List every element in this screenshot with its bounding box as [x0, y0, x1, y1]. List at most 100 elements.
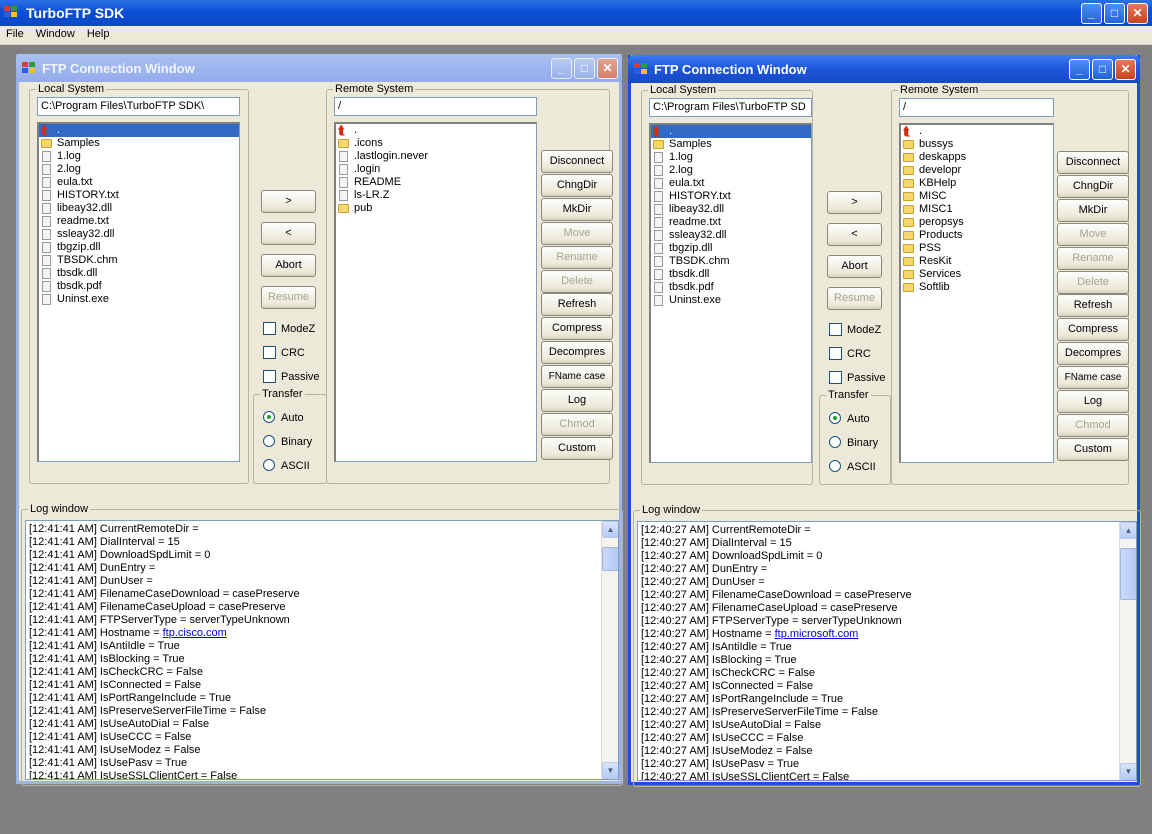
list-item[interactable]: tbgzip.dll — [39, 241, 239, 254]
remote-file-list[interactable]: ⮬. .icons .lastlogin.never .login README ls-L… — [334, 122, 537, 462]
move-button[interactable]: Move — [541, 221, 613, 245]
local-path-input[interactable]: C:\Program Files\TurboFTP SDK\ — [37, 97, 240, 116]
window-app-icon[interactable] — [22, 62, 37, 75]
hostname-link[interactable]: ftp.microsoft.com — [775, 628, 859, 640]
log-button[interactable]: Log — [1057, 390, 1129, 413]
list-item[interactable]: tbsdk.pdf — [39, 280, 239, 293]
window-app-icon[interactable] — [634, 63, 649, 76]
custom-button[interactable]: Custom — [1057, 437, 1129, 461]
log-button[interactable]: Log — [541, 389, 613, 412]
maximize-button[interactable]: □ — [1092, 59, 1113, 80]
modez-checkbox[interactable]: ModeZ — [829, 323, 881, 337]
hostname-link[interactable]: ftp.cisco.com — [163, 627, 227, 639]
passive-checkbox[interactable]: Passive — [263, 370, 320, 384]
custom-button[interactable]: Custom — [541, 436, 613, 460]
binary-radio[interactable]: Binary — [263, 435, 312, 449]
app-restore-button[interactable]: □ — [1104, 3, 1125, 24]
list-item[interactable]: KBHelp — [901, 177, 1053, 190]
list-item[interactable]: Uninst.exe — [39, 293, 239, 306]
download-button[interactable]: < — [261, 222, 316, 245]
list-item[interactable]: MISC — [901, 190, 1053, 203]
list-item[interactable]: eula.txt — [39, 176, 239, 189]
list-item[interactable]: peropsys — [901, 216, 1053, 229]
local-path-input[interactable]: C:\Program Files\TurboFTP SD — [649, 98, 812, 117]
fname-case-button[interactable]: FName case — [541, 365, 613, 389]
abort-button[interactable]: Abort — [261, 254, 316, 277]
scroll-up-arrow-icon[interactable]: ▲ — [602, 521, 618, 538]
chngdir-button[interactable]: ChngDir — [541, 173, 613, 197]
menu-window[interactable]: Window — [30, 26, 81, 40]
scroll-up-arrow-icon[interactable]: ▲ — [1120, 522, 1136, 539]
chmod-button[interactable]: Chmod — [1057, 413, 1129, 437]
list-item[interactable]: 2.log — [39, 163, 239, 176]
ascii-radio[interactable]: ASCII — [829, 460, 876, 474]
chngdir-button[interactable]: ChngDir — [1057, 174, 1129, 198]
list-item[interactable]: 1.log — [651, 151, 811, 164]
list-item[interactable]: ResKit — [901, 255, 1053, 268]
ftp-connection-window-1[interactable]: FTP Connection Window _ □ ✕ Local System… — [16, 54, 623, 786]
list-item[interactable]: Samples — [39, 137, 239, 150]
minimize-button[interactable]: _ — [551, 58, 572, 79]
compress-button[interactable]: Compress — [1057, 318, 1129, 342]
delete-button[interactable]: Delete — [1057, 270, 1129, 294]
list-item[interactable]: tbsdk.pdf — [651, 281, 811, 294]
abort-button[interactable]: Abort — [827, 255, 882, 278]
fname-case-button[interactable]: FName case — [1057, 366, 1129, 390]
list-item[interactable]: ssleay32.dll — [39, 228, 239, 241]
remote-path-input[interactable]: / — [899, 98, 1054, 117]
binary-radio[interactable]: Binary — [829, 436, 878, 450]
delete-button[interactable]: Delete — [541, 269, 613, 293]
compress-button[interactable]: Compress — [541, 317, 613, 341]
close-button[interactable]: ✕ — [597, 58, 618, 79]
mkdir-button[interactable]: MkDir — [1057, 198, 1129, 222]
list-item[interactable]: eula.txt — [651, 177, 811, 190]
log-scrollbar[interactable]: ▲ ▼ — [1119, 522, 1136, 780]
scroll-thumb[interactable] — [602, 547, 618, 571]
scroll-down-arrow-icon[interactable]: ▼ — [602, 762, 618, 779]
list-item[interactable]: readme.txt — [651, 216, 811, 229]
list-item[interactable]: Samples — [651, 138, 811, 151]
resume-button[interactable]: Resume — [827, 287, 882, 310]
list-item[interactable]: ⮬. — [336, 124, 536, 137]
decompres-button[interactable]: Decompres — [541, 341, 613, 365]
list-item[interactable]: 2.log — [651, 164, 811, 177]
list-item[interactable]: .icons — [336, 137, 536, 150]
ftp-connection-window-2[interactable]: FTP Connection Window _ □ ✕ Local System… — [628, 55, 1141, 787]
ascii-radio[interactable]: ASCII — [263, 459, 310, 473]
list-item[interactable]: TBSDK.chm — [651, 255, 811, 268]
chmod-button[interactable]: Chmod — [541, 412, 613, 436]
list-item[interactable]: Services — [901, 268, 1053, 281]
remote-file-list[interactable]: ⮬. bussys deskapps developr KBHelp MISC MISC1 p… — [899, 123, 1054, 463]
decompres-button[interactable]: Decompres — [1057, 342, 1129, 366]
list-item[interactable]: HISTORY.txt — [651, 190, 811, 203]
list-item[interactable]: .lastlogin.never — [336, 150, 536, 163]
rename-button[interactable]: Rename — [541, 245, 613, 269]
disconnect-button[interactable]: Disconnect — [1057, 151, 1129, 174]
auto-radio[interactable]: Auto — [263, 411, 304, 425]
log-textbox[interactable]: [12:41:41 AM] CurrentRemoteDir = [12:41:4… — [25, 520, 619, 780]
list-item[interactable]: 1.log — [39, 150, 239, 163]
resume-button[interactable]: Resume — [261, 286, 316, 309]
scroll-thumb[interactable] — [1120, 548, 1136, 600]
passive-checkbox[interactable]: Passive — [829, 371, 886, 385]
upload-button[interactable]: > — [261, 190, 316, 213]
refresh-button[interactable]: Refresh — [541, 293, 613, 317]
list-item[interactable]: ssleay32.dll — [651, 229, 811, 242]
app-title-bar[interactable]: TurboFTP SDK _ □ ✕ — [0, 0, 1152, 26]
list-item[interactable]: Uninst.exe — [651, 294, 811, 307]
list-item[interactable]: tbgzip.dll — [651, 242, 811, 255]
mkdir-button[interactable]: MkDir — [541, 197, 613, 221]
log-scrollbar[interactable]: ▲ ▼ — [601, 521, 618, 779]
list-item[interactable]: ⮬. — [901, 125, 1053, 138]
list-item[interactable]: bussys — [901, 138, 1053, 151]
refresh-button[interactable]: Refresh — [1057, 294, 1129, 318]
app-close-button[interactable]: ✕ — [1127, 3, 1148, 24]
list-item[interactable]: deskapps — [901, 151, 1053, 164]
window-title-bar[interactable]: FTP Connection Window _ □ ✕ — [16, 54, 622, 82]
crc-checkbox[interactable]: CRC — [829, 347, 871, 361]
list-item[interactable]: libeay32.dll — [39, 202, 239, 215]
disconnect-button[interactable]: Disconnect — [541, 150, 613, 173]
rename-button[interactable]: Rename — [1057, 246, 1129, 270]
scroll-down-arrow-icon[interactable]: ▼ — [1120, 763, 1136, 780]
list-item[interactable]: ⮬. — [651, 125, 811, 138]
